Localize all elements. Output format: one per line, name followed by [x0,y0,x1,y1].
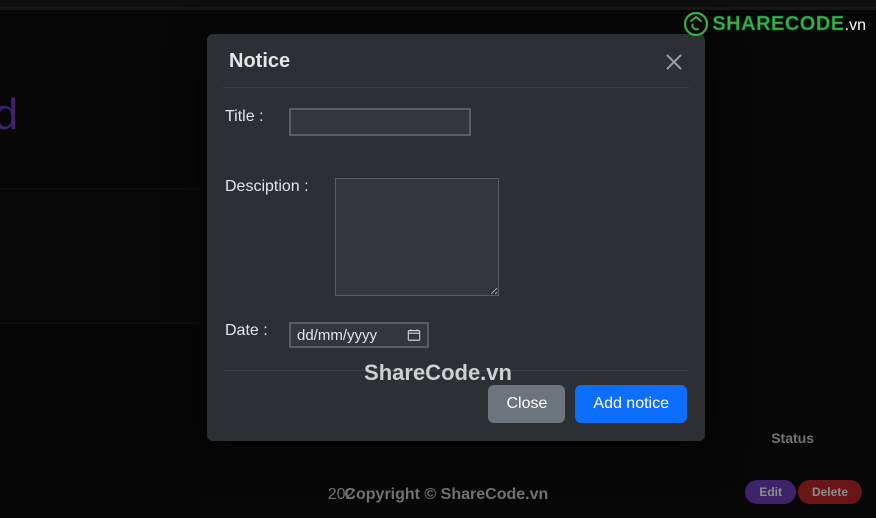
date-label: Date : [225,322,289,340]
sharecode-logo: SHARECODE.vn [684,12,866,36]
title-label: Title : [225,108,289,126]
modal-header: Notice [207,34,705,87]
add-notice-button[interactable]: Add notice [575,385,687,423]
logo-text-domain: .vn [845,17,866,34]
description-textarea[interactable] [335,178,499,296]
date-input[interactable]: dd/mm/yyyy [289,322,429,348]
modal-body: Title : Desciption : Date : dd/mm/yyyy [207,88,705,370]
date-placeholder: dd/mm/yyyy [297,327,401,344]
calendar-icon[interactable] [407,328,421,342]
close-button[interactable]: Close [488,385,565,423]
logo-icon [684,12,708,36]
logo-text: SHARECODE.vn [712,13,866,36]
description-label: Desciption : [225,178,335,196]
form-row-description: Desciption : [225,178,687,296]
title-input[interactable] [289,108,471,136]
modal-footer: Close Add notice [207,371,705,441]
logo-text-share: SHARE [712,13,785,35]
form-row-title: Title : [225,108,687,136]
modal-title: Notice [229,50,290,73]
close-icon[interactable] [665,53,683,71]
notice-modal: Notice Title : Desciption : Date : dd/mm… [207,34,705,441]
form-row-date: Date : dd/mm/yyyy [225,322,687,348]
logo-text-code: CODE [785,13,845,35]
